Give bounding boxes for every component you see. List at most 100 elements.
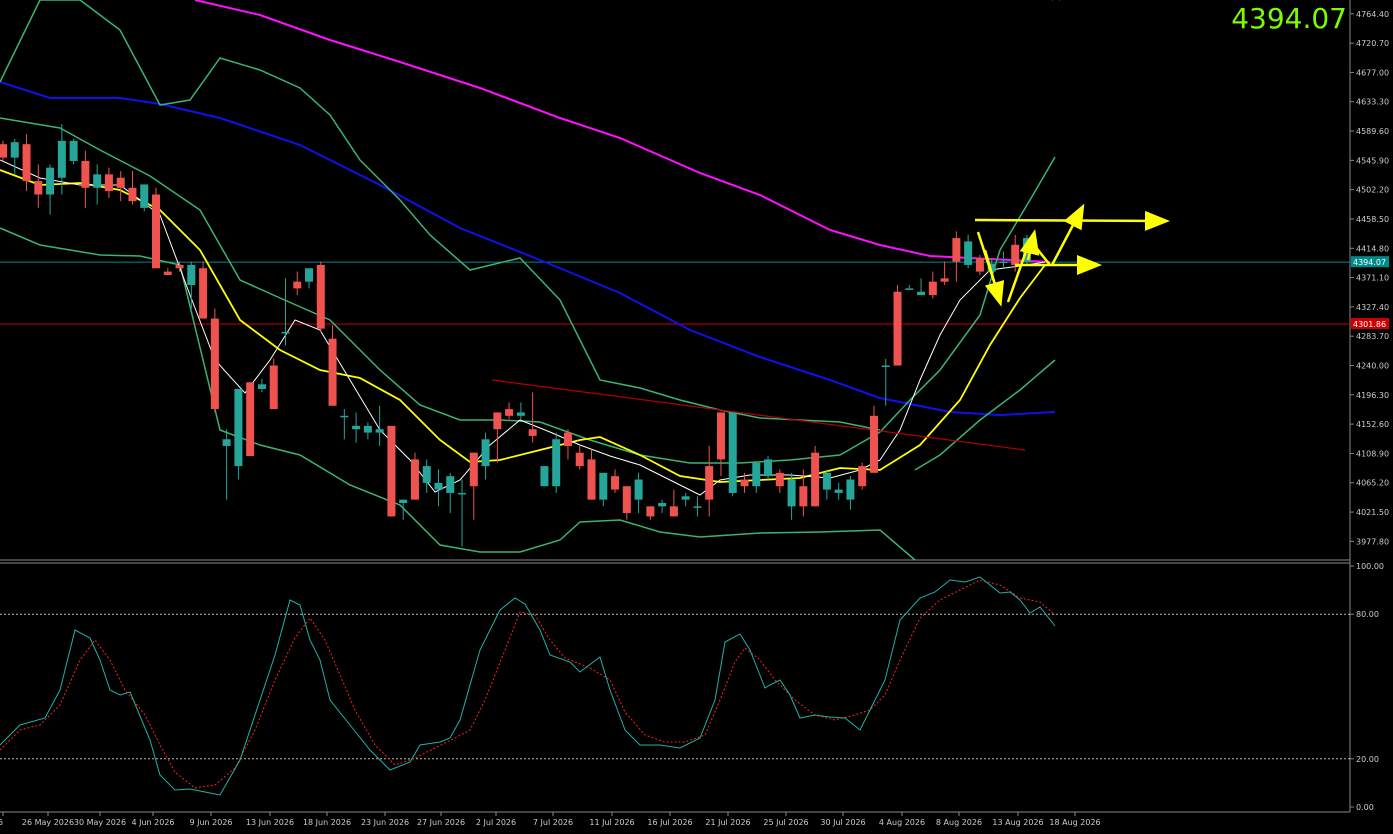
stochastic-tick-label: 100.00 xyxy=(1356,562,1384,571)
candle-body xyxy=(234,388,243,467)
price-tick-label: 4371.10 xyxy=(1356,274,1389,283)
candle-body xyxy=(422,466,431,483)
candle-body xyxy=(163,271,172,275)
price-tick-label: 4720.70 xyxy=(1356,39,1389,48)
date-label: 4 Aug 2026 xyxy=(879,818,925,827)
price-tick-label: 4458.50 xyxy=(1356,215,1389,224)
arrow-top-right xyxy=(974,210,1170,231)
date-label: 18 Jun 2026 xyxy=(303,818,351,827)
candle-body xyxy=(775,472,784,487)
candle-body xyxy=(140,184,149,208)
candle-body xyxy=(175,264,184,269)
candle-body xyxy=(811,452,820,507)
candle-body xyxy=(210,318,219,410)
candle-body xyxy=(493,412,502,430)
price-tick-label: 4283.70 xyxy=(1356,332,1389,341)
candle-body xyxy=(328,338,337,406)
date-label: 7 Jul 2026 xyxy=(533,818,573,827)
candle-body xyxy=(57,140,66,178)
date-label: 25 Jul 2026 xyxy=(763,818,808,827)
candle-body xyxy=(434,482,443,490)
price-tick-label: 4677.00 xyxy=(1356,68,1389,77)
candle-body xyxy=(658,502,667,507)
candle-body xyxy=(740,479,749,487)
candle-body xyxy=(305,268,314,282)
date-label: 21 Jul 2026 xyxy=(705,818,750,827)
candle-body xyxy=(269,365,278,410)
price-tick-label: 4108.90 xyxy=(1356,449,1389,458)
date-label: 16 Jul 2026 xyxy=(647,818,692,827)
date-label: 4 Jun 2026 xyxy=(131,818,174,827)
candle-body xyxy=(481,439,490,467)
candle-body xyxy=(634,479,643,500)
candle-body xyxy=(246,382,255,457)
candle-body xyxy=(152,194,161,269)
candle-body xyxy=(940,278,949,282)
candle-body xyxy=(516,412,525,416)
price-tick-label: 4764.40 xyxy=(1356,10,1389,19)
stochastic-tick-label: 20.00 xyxy=(1356,755,1379,764)
candle-body xyxy=(10,142,19,158)
candle-body xyxy=(799,486,808,507)
date-label: 13 Jun 2026 xyxy=(246,818,294,827)
candle-body xyxy=(881,365,890,368)
candle-body xyxy=(410,459,419,500)
candle-body xyxy=(257,384,266,389)
candle-body xyxy=(187,264,196,286)
candle-body xyxy=(728,412,737,493)
date-label: 26 May 2026 xyxy=(22,818,74,827)
candle-body xyxy=(116,177,125,188)
candle-body xyxy=(611,476,620,490)
candle-body xyxy=(505,409,514,416)
candle-body xyxy=(281,331,290,334)
stochastic-tick-label: 0.00 xyxy=(1356,803,1374,812)
candle-body xyxy=(917,291,926,296)
candle-body xyxy=(552,439,561,487)
candle-body xyxy=(104,174,113,192)
candle-body xyxy=(716,412,725,460)
chart-background xyxy=(0,0,1393,830)
date-label: 11 Jul 2026 xyxy=(589,818,634,827)
price-tick-label: 4589.60 xyxy=(1356,127,1389,136)
candle-body xyxy=(669,506,678,517)
candle-body xyxy=(858,466,867,487)
candle-body xyxy=(869,415,878,473)
level-label: 4301.86 xyxy=(1353,320,1386,329)
candle-body xyxy=(293,281,302,289)
candle-body xyxy=(928,281,937,296)
candle-body xyxy=(846,479,855,500)
date-label: 2 Jul 2026 xyxy=(476,818,516,827)
candle-body xyxy=(787,479,796,507)
candle-body xyxy=(764,459,773,477)
date-label: 13 Aug 2026 xyxy=(992,818,1043,827)
price-tick-label: 4327.40 xyxy=(1356,303,1389,312)
candle-body xyxy=(999,261,1008,264)
price-chart[interactable]: 4764.40 4720.70 4677.00 4633.30 4589.60 4545.… xyxy=(0,0,1393,830)
candle-body xyxy=(834,489,843,493)
candle-body xyxy=(1011,244,1020,265)
date-label: 30 Jul 2026 xyxy=(820,818,865,827)
candle-body xyxy=(469,452,478,487)
candle-body xyxy=(34,181,43,195)
price-tick-label: 4502.20 xyxy=(1356,186,1389,195)
candle-body xyxy=(964,241,973,265)
candle-body xyxy=(375,429,384,433)
candle-body xyxy=(646,506,655,517)
date-label: 18 Aug 2026 xyxy=(1049,818,1100,827)
candle-body xyxy=(905,288,914,290)
candle-body xyxy=(599,472,608,500)
candle-body xyxy=(952,238,961,262)
candle-body xyxy=(363,425,372,433)
candle-body xyxy=(975,258,984,272)
candle-body xyxy=(705,466,714,500)
candle-body xyxy=(69,140,78,161)
candle-body xyxy=(893,291,902,366)
candle-body xyxy=(222,439,231,446)
candle-body xyxy=(540,466,549,487)
price-tick-label: 3977.80 xyxy=(1356,537,1389,546)
candle-body xyxy=(563,432,572,446)
candle-body xyxy=(752,462,761,487)
candle-body xyxy=(128,187,137,202)
price-tick-label: 4152.60 xyxy=(1356,420,1389,429)
candle-body xyxy=(693,506,702,508)
